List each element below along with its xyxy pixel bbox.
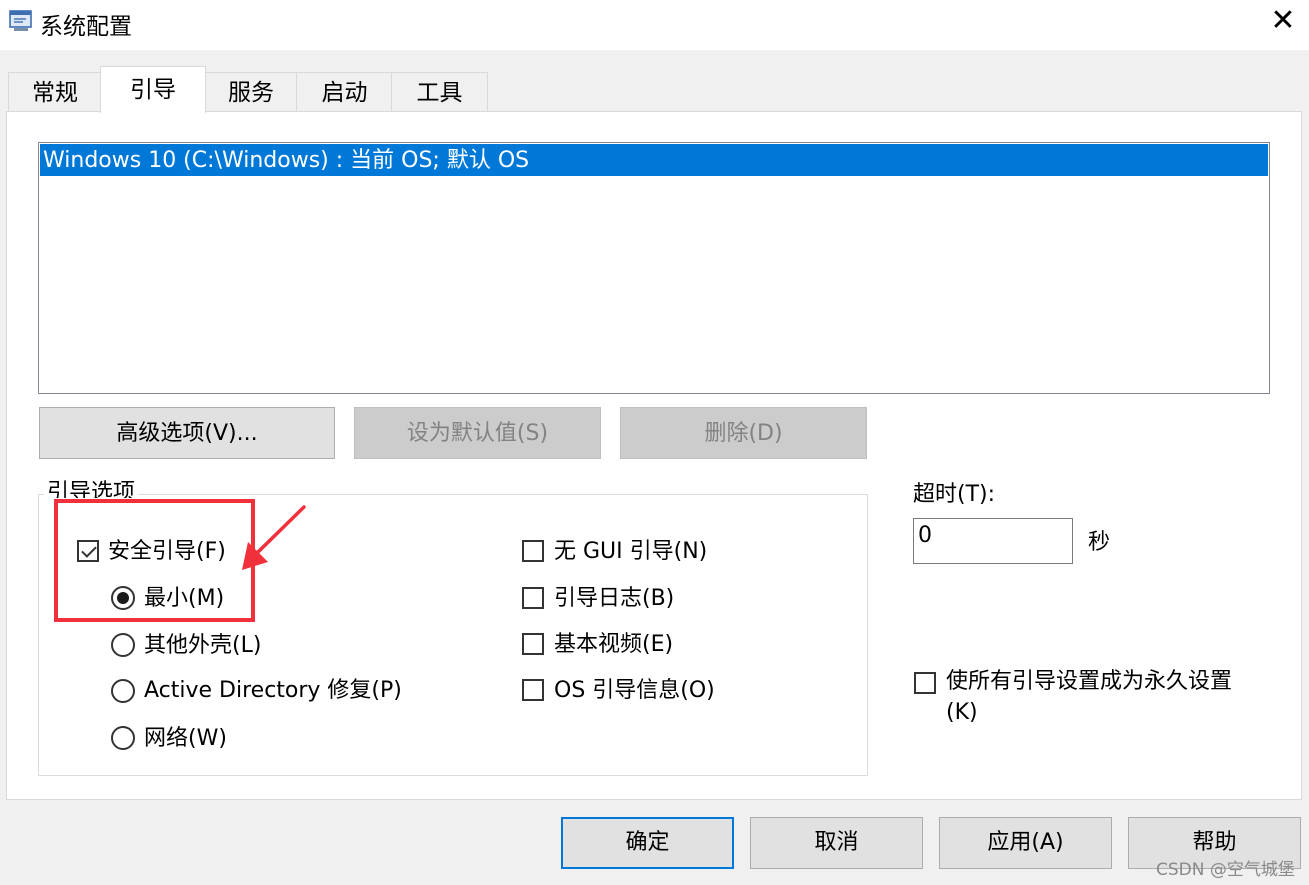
advanced-options-button[interactable]: 高级选项(V)...: [39, 407, 335, 459]
msconfig-icon: [9, 10, 32, 31]
timeout-unit: 秒: [1088, 530, 1111, 555]
make-permanent-label-line2[interactable]: (K): [946, 700, 978, 726]
alternate-shell-label[interactable]: 其他外壳(L): [144, 633, 261, 659]
network-label[interactable]: 网络(W): [144, 726, 227, 752]
network-radio[interactable]: [111, 726, 135, 750]
no-gui-boot-label[interactable]: 无 GUI 引导(N): [554, 539, 707, 565]
timeout-label: 超时(T):: [913, 482, 996, 507]
cancel-button[interactable]: 取消: [750, 817, 923, 869]
window-title: 系统配置: [40, 14, 132, 40]
os-boot-info-label[interactable]: OS 引导信息(O): [554, 678, 715, 704]
highlight-box: [54, 499, 255, 622]
timeout-input[interactable]: 0: [913, 518, 1073, 564]
no-gui-boot-checkbox[interactable]: [522, 540, 544, 562]
tab-tools[interactable]: 工具: [391, 72, 488, 111]
tab-services[interactable]: 服务: [204, 72, 298, 111]
os-listbox[interactable]: Windows 10 (C:\Windows) : 当前 OS; 默认 OS: [38, 142, 1270, 394]
os-list-item[interactable]: Windows 10 (C:\Windows) : 当前 OS; 默认 OS: [40, 144, 1268, 176]
os-boot-info-checkbox[interactable]: [522, 679, 544, 701]
make-permanent-label[interactable]: 使所有引导设置成为永久设置: [946, 669, 1232, 695]
boot-options-legend: 引导选项: [44, 480, 139, 498]
apply-button[interactable]: 应用(A): [939, 817, 1112, 869]
tab-general[interactable]: 常规: [8, 72, 102, 111]
watermark: CSDN @空气城堡: [1156, 860, 1295, 880]
ok-button[interactable]: 确定: [561, 817, 734, 869]
boot-log-label[interactable]: 引导日志(B): [554, 586, 674, 612]
title-bar: [0, 0, 1309, 50]
delete-button[interactable]: 删除(D): [620, 407, 867, 459]
make-permanent-checkbox[interactable]: [914, 672, 936, 694]
ad-repair-radio[interactable]: [111, 679, 135, 703]
ad-repair-label[interactable]: Active Directory 修复(P): [144, 678, 402, 704]
set-default-button[interactable]: 设为默认值(S): [354, 407, 601, 459]
tab-boot[interactable]: 引导: [100, 66, 206, 113]
annotation-arrow: [242, 505, 306, 570]
base-video-checkbox[interactable]: [522, 633, 544, 655]
boot-log-checkbox[interactable]: [522, 587, 544, 609]
close-icon[interactable]: ✕: [1268, 6, 1298, 36]
base-video-label[interactable]: 基本视频(E): [554, 632, 673, 658]
alternate-shell-radio[interactable]: [111, 633, 135, 657]
tab-startup[interactable]: 启动: [296, 72, 393, 111]
